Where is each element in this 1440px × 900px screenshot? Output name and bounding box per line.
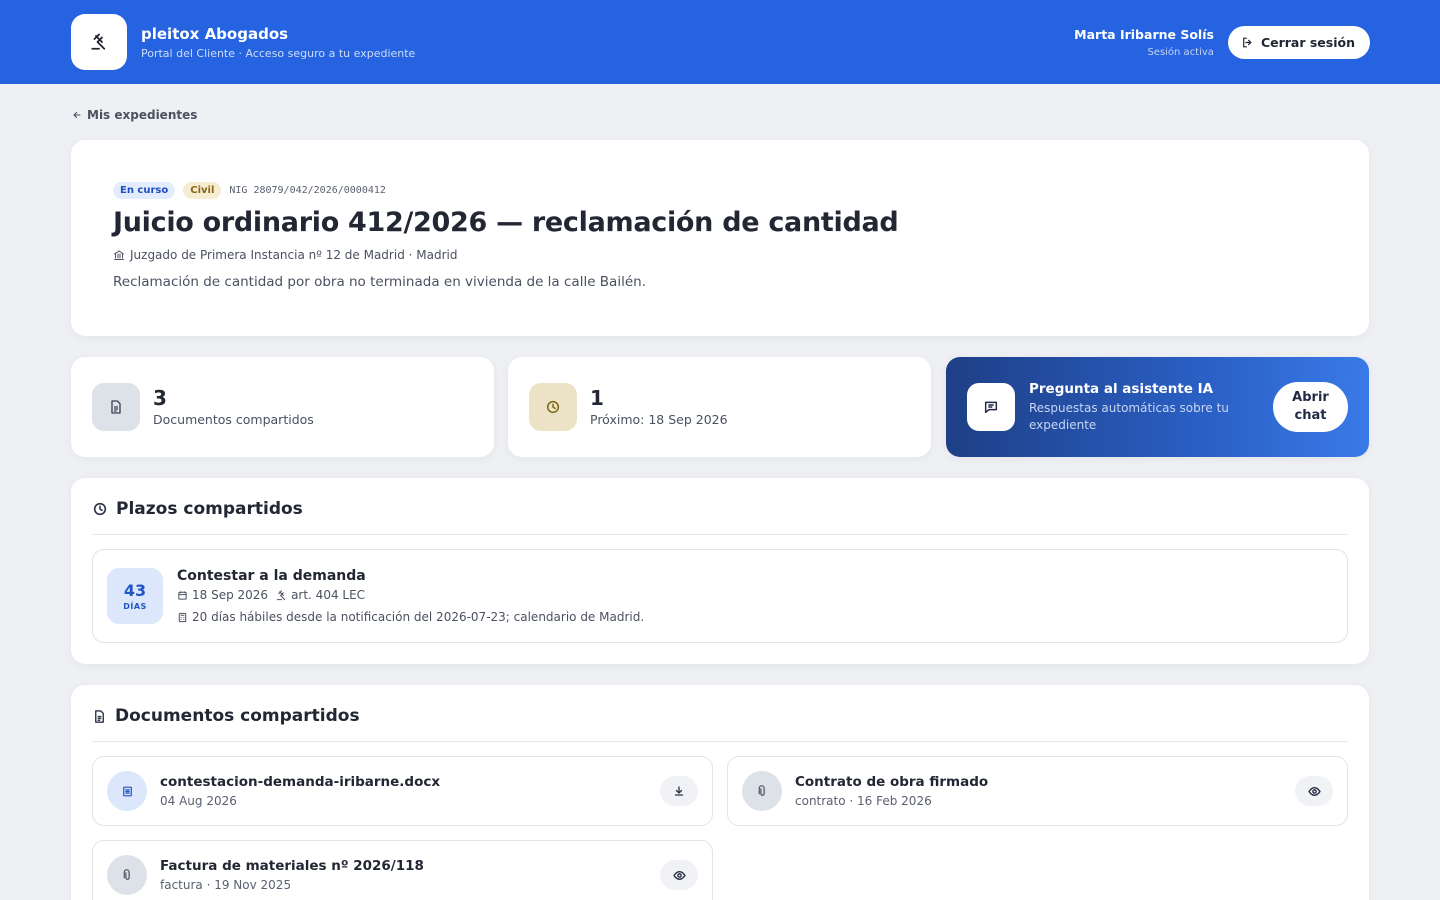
arrow-left-icon (73, 111, 81, 119)
back-link[interactable]: Mis expedientes (72, 108, 197, 122)
deadline-note-text: 20 días hábiles desde la notificación de… (192, 610, 645, 624)
stat-documents-count: 3 (153, 386, 167, 410)
document-item[interactable]: contestacion-demanda-iribarne.docx 04 Au… (92, 756, 713, 826)
stat-documents-label: Documentos compartidos (153, 412, 314, 427)
paperclip-icon (758, 784, 765, 796)
days-remaining-unit: DÍAS (123, 601, 147, 611)
brand: pleitox Abogados Portal del Cliente · Ac… (71, 14, 415, 70)
case-summary-card: En curso Civil NIG 28079/042/2026/000041… (71, 140, 1369, 336)
document-name: Contrato de obra firmado (795, 774, 989, 790)
page-title: Juicio ordinario 412/2026 — reclamación … (113, 207, 899, 238)
case-description: Reclamación de cantidad por obra no term… (113, 274, 646, 290)
user-name: Marta Iribarne Solís (1074, 26, 1214, 42)
document-item[interactable]: Contrato de obra firmado contrato · 16 F… (727, 756, 1348, 826)
documents-grid: contestacion-demanda-iribarne.docx 04 Au… (92, 756, 1348, 900)
stat-documents-icon-box (92, 383, 140, 431)
ai-icon-box (967, 383, 1015, 431)
stat-deadlines-label: Próximo: 18 Sep 2026 (590, 412, 728, 427)
deadline-title: Contestar a la demanda (177, 568, 366, 584)
case-court: Juzgado de Primera Instancia nº 12 de Ma… (113, 248, 1327, 262)
document-name: contestacion-demanda-iribarne.docx (160, 774, 441, 790)
document-meta: 04 Aug 2026 (160, 794, 237, 808)
status-badge: En curso (113, 182, 176, 199)
paperclip-icon (123, 868, 130, 880)
text-document-icon (122, 786, 132, 796)
documentos-title: Documentos compartidos (92, 706, 1348, 742)
court-label: Juzgado de Primera Instancia nº 12 de Ma… (130, 248, 458, 262)
user-status: Sesión activa (1147, 46, 1214, 58)
deadline-article: art. 404 LEC (291, 588, 366, 602)
brand-logo[interactable] (71, 14, 127, 70)
logout-label: Cerrar sesión (1260, 34, 1355, 50)
courthouse-icon (114, 250, 124, 260)
case-tags: En curso Civil NIG 28079/042/2026/000041… (113, 182, 1327, 199)
clock-icon (93, 502, 107, 516)
download-icon (674, 786, 684, 796)
doc-type-icon-box (107, 771, 147, 811)
document-meta: factura · 19 Nov 2025 (160, 878, 292, 892)
documentos-section: Documentos compartidos contestacion-dema… (71, 685, 1369, 900)
clock-icon (546, 400, 560, 414)
eye-icon (672, 870, 686, 880)
stat-documents-card[interactable]: 3 Documentos compartidos (71, 357, 494, 457)
ai-title: Pregunta al asistente IA (1029, 380, 1214, 397)
calculator-icon (178, 612, 187, 622)
stat-deadlines-icon-box (529, 383, 577, 431)
open-chat-label-1: Abrir (1292, 390, 1329, 405)
plazos-section: Plazos compartidos 43 DÍAS Contestar a l… (71, 478, 1369, 664)
document-item[interactable]: Factura de materiales nº 2026/118 factur… (92, 840, 713, 900)
document-name: Factura de materiales nº 2026/118 (160, 858, 424, 874)
open-chat-button[interactable]: Abrir chat (1273, 382, 1348, 432)
deadline-meta: 18 Sep 2026 art. 404 LEC (177, 588, 644, 602)
document-icon (111, 400, 121, 414)
gavel-icon (276, 589, 286, 600)
deadline-date: 18 Sep 2026 (192, 588, 269, 602)
doc-type-icon-box (742, 771, 782, 811)
gavel-icon (91, 33, 106, 50)
open-chat-label-2: chat (1294, 408, 1327, 423)
user-area: Marta Iribarne Solís Sesión activa Cerra… (1074, 25, 1370, 59)
calendar-icon (178, 590, 187, 600)
chat-icon (984, 401, 998, 414)
days-remaining-badge: 43 DÍAS (107, 568, 163, 624)
eye-icon (1307, 786, 1321, 796)
deadline-note: 20 días hábiles desde la notificación de… (177, 610, 644, 624)
stat-deadlines-card[interactable]: 1 Próximo: 18 Sep 2026 (508, 357, 931, 457)
view-button[interactable] (1295, 776, 1333, 806)
logout-button[interactable]: Cerrar sesión (1227, 25, 1370, 59)
logout-icon (1243, 37, 1252, 47)
ai-assistant-card: Pregunta al asistente IA Respuestas auto… (946, 357, 1369, 457)
brand-name: pleitox Abogados (141, 24, 289, 43)
document-icon (95, 709, 104, 723)
type-badge: Civil (183, 182, 222, 199)
plazos-title-label: Plazos compartidos (116, 499, 303, 519)
deadline-item[interactable]: 43 DÍAS Contestar a la demanda 18 Sep 20… (92, 549, 1348, 643)
top-header: pleitox Abogados Portal del Cliente · Ac… (0, 0, 1440, 84)
ai-subtitle: Respuestas automáticas sobre tu expedien… (1029, 400, 1229, 432)
doc-type-icon-box (107, 855, 147, 895)
case-nig: NIG 28079/042/2026/0000412 (229, 185, 386, 196)
document-meta: contrato · 16 Feb 2026 (795, 794, 932, 808)
days-remaining-number: 43 (123, 580, 147, 600)
stat-deadlines-count: 1 (590, 386, 604, 410)
download-button[interactable] (660, 776, 698, 806)
back-label: Mis expedientes (87, 108, 198, 122)
documentos-title-label: Documentos compartidos (115, 706, 360, 726)
brand-subtitle: Portal del Cliente · Acceso seguro a tu … (141, 46, 416, 60)
plazos-title: Plazos compartidos (92, 499, 1348, 535)
view-button[interactable] (660, 860, 698, 890)
